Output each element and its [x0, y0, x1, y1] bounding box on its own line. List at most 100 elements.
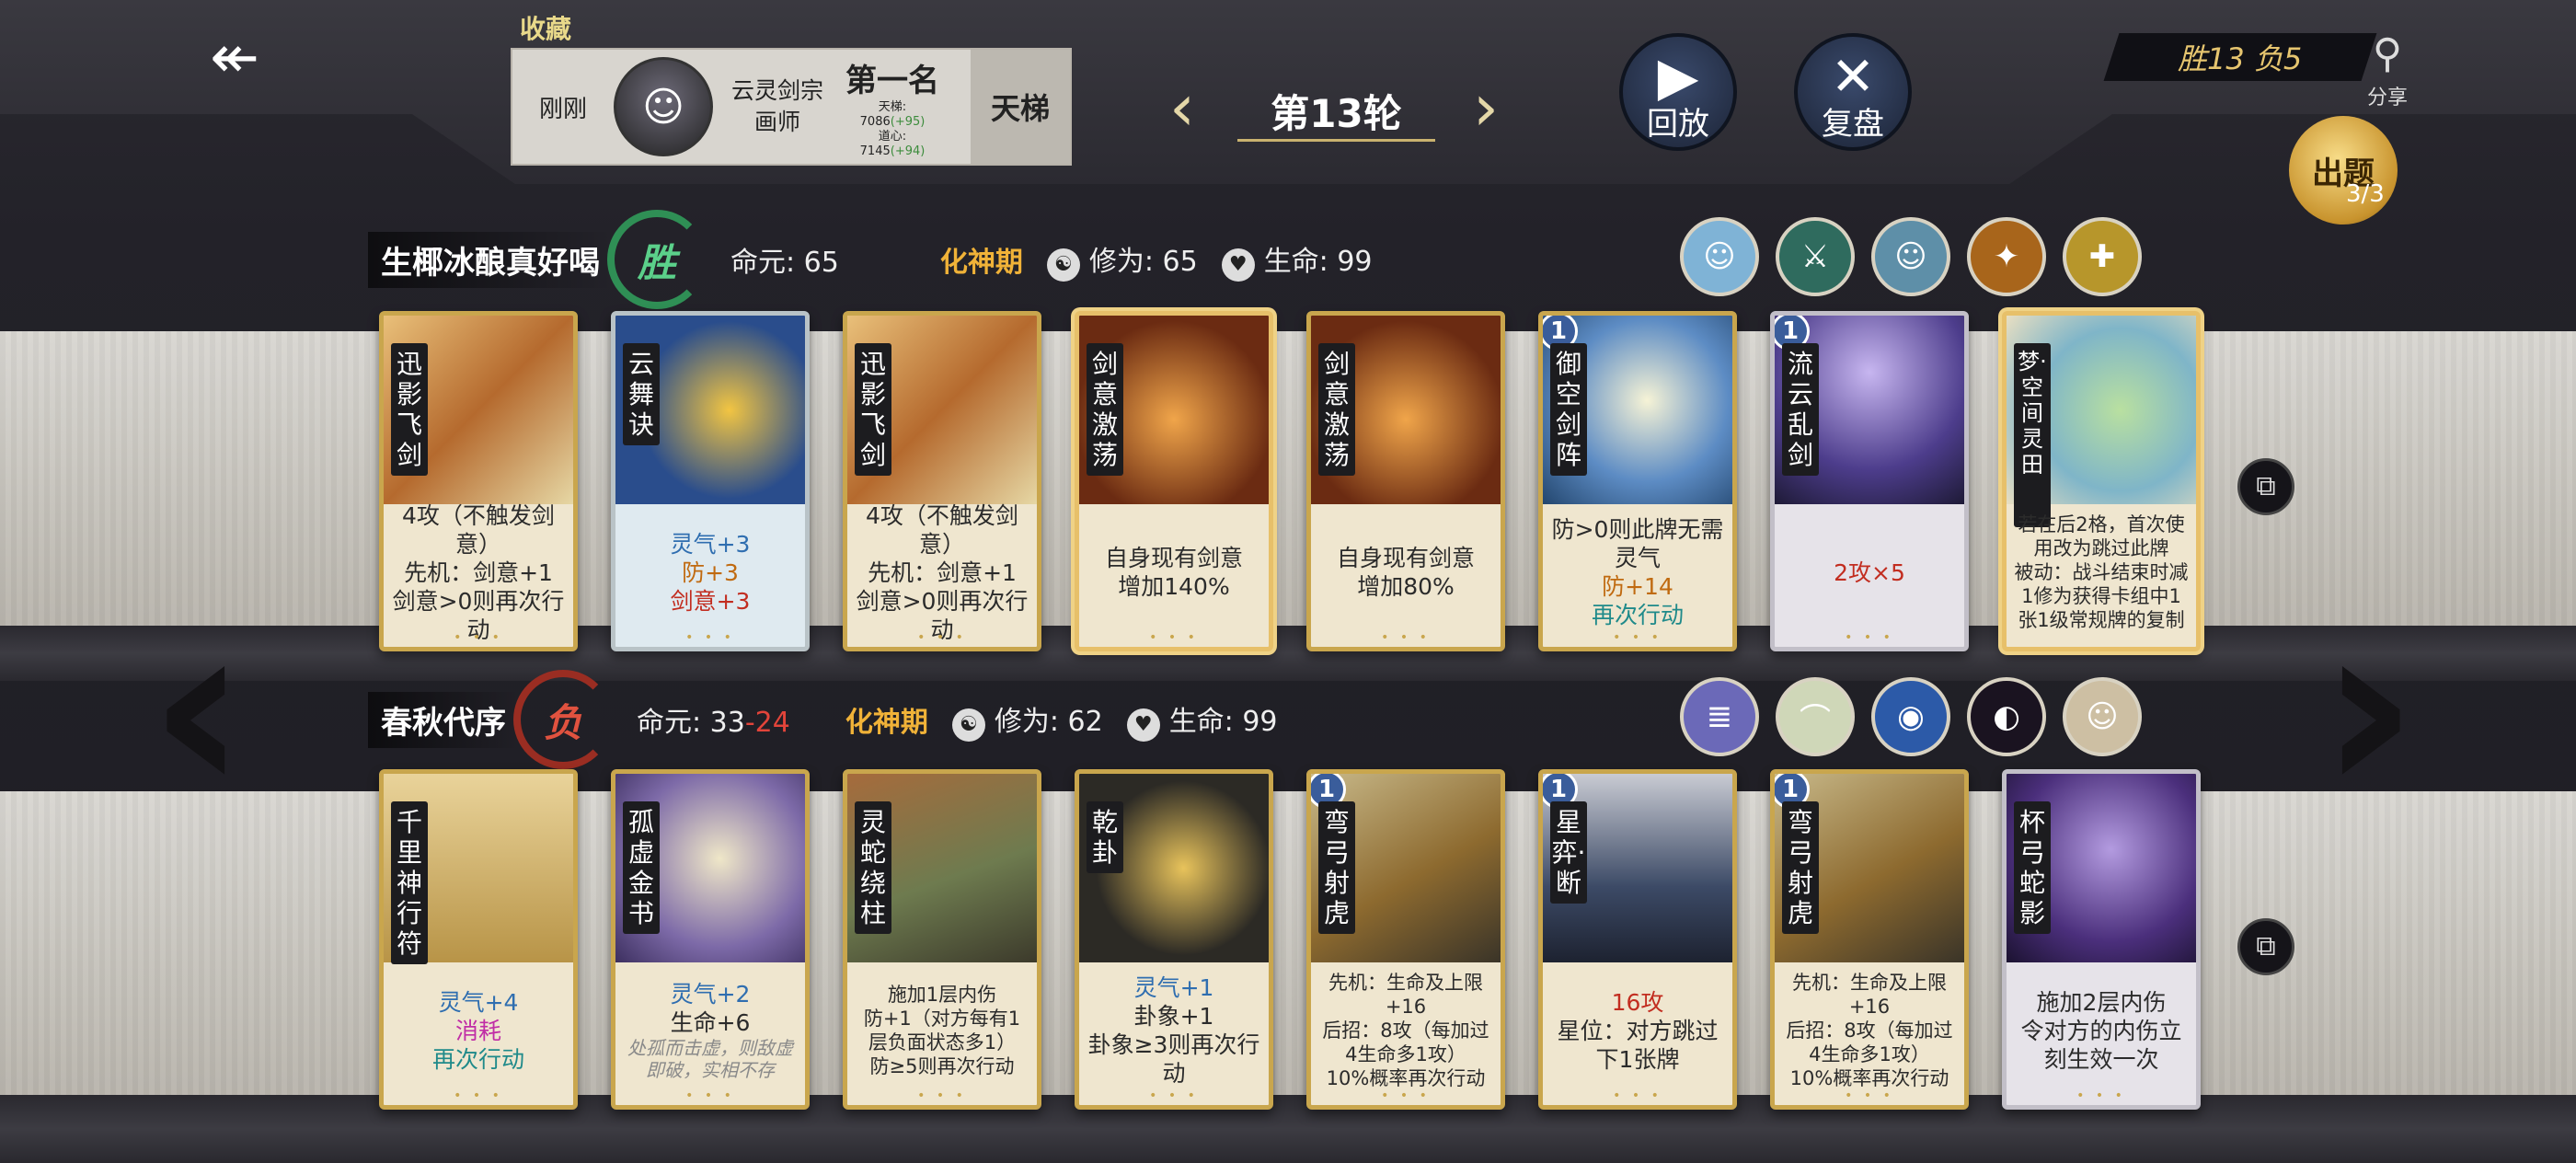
card[interactable]: 千里神行符 灵气+4 消耗 再次行动 • • • [379, 769, 578, 1110]
favorite-record-card[interactable]: 刚刚 ☺ 云灵剑宗 画师 第一名 天梯: 7086(+95) 道心: 7145(… [511, 48, 1072, 166]
card-name: 星弈·断 [1550, 801, 1587, 904]
ladder-score-delta: (+95) [890, 114, 926, 129]
card-name: 千里神行符 [391, 801, 428, 964]
card-desc-line: 10%概率再次行动 [1789, 1067, 1949, 1089]
meditation-icon: ☯ [1046, 248, 1080, 282]
sect-name: 云灵剑宗 [730, 77, 823, 104]
avatar: ☺ [614, 57, 713, 156]
card[interactable]: 孤虚金书 灵气+2 生命+6 处孤而击虚，则敌虚即破，实相不存 • • • [611, 769, 810, 1110]
card-name: 流云乱剑 [1782, 343, 1819, 476]
card[interactable]: 1 弯弓射虎 先机：生命及上限+16 后招：8攻（每加过4生命多1攻） 10%概… [1306, 769, 1505, 1110]
card[interactable]: 迅影飞剑 4攻（不触发剑意） 先机：剑意+1 剑意>0则再次行动 • • • [379, 311, 578, 651]
card-desc-line: 施加2层内伤 [2036, 988, 2167, 1016]
card-desc: 4攻（不触发剑意） 先机：剑意+1 剑意>0则再次行动 [391, 502, 566, 643]
replay-button[interactable]: ▶ 回放 [1619, 33, 1737, 151]
copy-deck-icon[interactable]: ⧉ [2237, 918, 2294, 975]
card-desc-line: 灵气+4 [438, 988, 519, 1016]
card-desc-line: 先机：生命及上限+16 [1328, 972, 1483, 1018]
card[interactable]: 1 御空剑阵 防>0则此牌无需灵气 防+14 再次行动 • • • [1538, 311, 1737, 651]
next-page-arrow[interactable]: › [2300, 589, 2438, 828]
companion-portrait-icon[interactable]: ☺ [1871, 217, 1950, 296]
card-name: 剑意激荡 [1318, 343, 1355, 476]
card-dots: • • • [917, 1088, 967, 1103]
share-button[interactable]: ⚲ 分享 [2355, 28, 2420, 110]
win-loss-record: 胜13 负5 [2103, 33, 2377, 81]
card[interactable]: 杯弓蛇影 施加2层内伤 令对方的内伤立刻生效一次 • • • [2002, 769, 2201, 1110]
next-round-button[interactable]: › [1458, 75, 1513, 140]
card[interactable]: 云舞诀 灵气+3 防+3 剑意+3 • • • [611, 311, 810, 651]
card-desc-line: 增加80% [1357, 573, 1455, 600]
card-desc-line: 防≥5则再次行动 [869, 1055, 1015, 1077]
card-desc-line: 灵气+2 [670, 981, 751, 1008]
card[interactable]: 灵蛇绕柱 施加1层内伤 防+1（对方每有1层负面状态多1） 防≥5则再次行动 •… [843, 769, 1041, 1110]
card-dots: • • • [454, 630, 503, 645]
scroll-book-icon[interactable]: ≣ [1680, 677, 1759, 756]
player1-character-icons: ☺ ⚔ ☺ ✦ ✚ [1680, 217, 2142, 300]
card-dots: • • • [1845, 630, 1894, 645]
card-desc: 施加1层内伤 防+1（对方每有1层负面状态多1） 防≥5则再次行动 [855, 969, 1029, 1092]
card-desc: 16攻 星位：对方跳过下1张牌 [1550, 969, 1725, 1092]
card-name: 乾卦 [1087, 801, 1123, 873]
copy-deck-icon[interactable]: ⧉ [2237, 458, 2294, 515]
card-desc: 灵气+3 防+3 剑意+3 [623, 511, 798, 634]
card[interactable]: 剑意激荡 自身现有剑意 增加80% • • • [1306, 311, 1505, 651]
card-desc-line: 防>0则此牌无需灵气 [1551, 516, 1724, 571]
card-name: 孤虚金书 [623, 801, 660, 934]
card[interactable]: 剑意激荡 自身现有剑意 增加140% • • • [1075, 311, 1273, 651]
sword-spirit-icon[interactable]: ⚔ [1776, 217, 1855, 296]
hp-label: 生命: [1263, 245, 1328, 278]
card-desc: 先机：生命及上限+16 后招：8攻（每加过4生命多1攻） 10%概率再次行动 [1782, 969, 1957, 1092]
card-name: 云舞诀 [623, 343, 660, 445]
blade-fan-icon[interactable]: ✦ [1967, 217, 2046, 296]
card-name: 弯弓射虎 [1318, 801, 1355, 934]
cultivation-value: 62 [1067, 705, 1103, 738]
player-title: 画师 [753, 109, 800, 135]
record-time: 刚刚 [538, 95, 587, 123]
card-desc-line: 先机：生命及上限+16 [1792, 972, 1947, 1018]
cultivation-value: 65 [1162, 245, 1198, 278]
card-desc-line: 被动：战斗结束时减1修为获得卡组中1张1级常规牌的复制 [2014, 561, 2189, 631]
player1-hp: ♥ 生命: 99 [1221, 238, 1373, 282]
card-desc: 4攻（不触发剑意） 先机：剑意+1 剑意>0则再次行动 [855, 502, 1029, 643]
card-desc: 施加2层内伤 令对方的内伤立刻生效一次 [2014, 969, 2189, 1092]
card-dots: • • • [1613, 630, 1662, 645]
companion-portrait-icon[interactable]: ☺ [2063, 677, 2142, 756]
card-desc: 自身现有剑意 增加140% [1087, 511, 1261, 634]
card-dots: • • • [1149, 1088, 1199, 1103]
gold-cross-icon[interactable]: ✚ [2063, 217, 2142, 296]
star-orb-icon[interactable]: ◉ [1871, 677, 1950, 756]
prev-round-button[interactable]: ‹ [1155, 75, 1210, 140]
quiz-button[interactable]: 出题 [2289, 116, 2398, 225]
character-portrait-icon[interactable]: ☺ [1680, 217, 1759, 296]
eclipse-icon[interactable]: ◐ [1967, 677, 2046, 756]
review-button[interactable]: ✕ 复盘 [1794, 33, 1912, 151]
card-dots: • • • [685, 1088, 735, 1103]
ladder-score-label: 天梯: [878, 99, 907, 114]
life-base-delta: -24 [744, 707, 790, 739]
card[interactable]: 1 流云乱剑 2攻×5 • • • [1770, 311, 1969, 651]
card-name: 迅影飞剑 [391, 343, 428, 476]
card[interactable]: 迅影飞剑 4攻（不触发剑意） 先机：剑意+1 剑意>0则再次行动 • • • [843, 311, 1041, 651]
card-desc-line: 16攻 [1611, 988, 1664, 1016]
replay-label: 回放 [1647, 106, 1709, 143]
player2-life-base: 命元: 33-24 [637, 699, 790, 740]
card[interactable]: 梦·空间灵田 若在后2格，首次使用改为跳过此牌 被动：战斗结束时减1修为获得卡组… [2002, 311, 2201, 651]
card[interactable]: 1 星弈·断 16攻 星位：对方跳过下1张牌 • • • [1538, 769, 1737, 1110]
card-name: 弯弓射虎 [1782, 801, 1819, 934]
card-desc-line: 防+14 [1602, 573, 1673, 600]
card[interactable]: 1 弯弓射虎 先机：生命及上限+16 后招：8攻（每加过4生命多1攻） 10%概… [1770, 769, 1969, 1110]
card-desc-line: 卦象+1 [1133, 1003, 1214, 1030]
card[interactable]: 乾卦 灵气+1 卦象+1 卦象≥3则再次行动 • • • [1075, 769, 1273, 1110]
round-title: 第13轮 [1237, 83, 1435, 142]
card-name: 杯弓蛇影 [2014, 801, 2051, 934]
prev-page-arrow[interactable]: ‹ [129, 589, 267, 828]
card-desc-line: 4攻（不触发剑意） [402, 501, 555, 558]
card-desc-line: 4攻（不触发剑意） [866, 501, 1018, 558]
player1-result-badge: 胜 [607, 210, 707, 309]
back-button[interactable]: ↞ [184, 26, 285, 90]
card-desc: 若在后2格，首次使用改为跳过此牌 被动：战斗结束时减1修为获得卡组中1张1级常规… [2014, 511, 2189, 634]
record-rank: 第一名 天梯: 7086(+95) 道心: 7145(+94) [842, 55, 943, 159]
scroll-fan-icon[interactable]: ⌒ [1776, 677, 1855, 756]
hp-value: 99 [1242, 705, 1278, 738]
card-desc-line: 剑意+3 [670, 587, 751, 615]
